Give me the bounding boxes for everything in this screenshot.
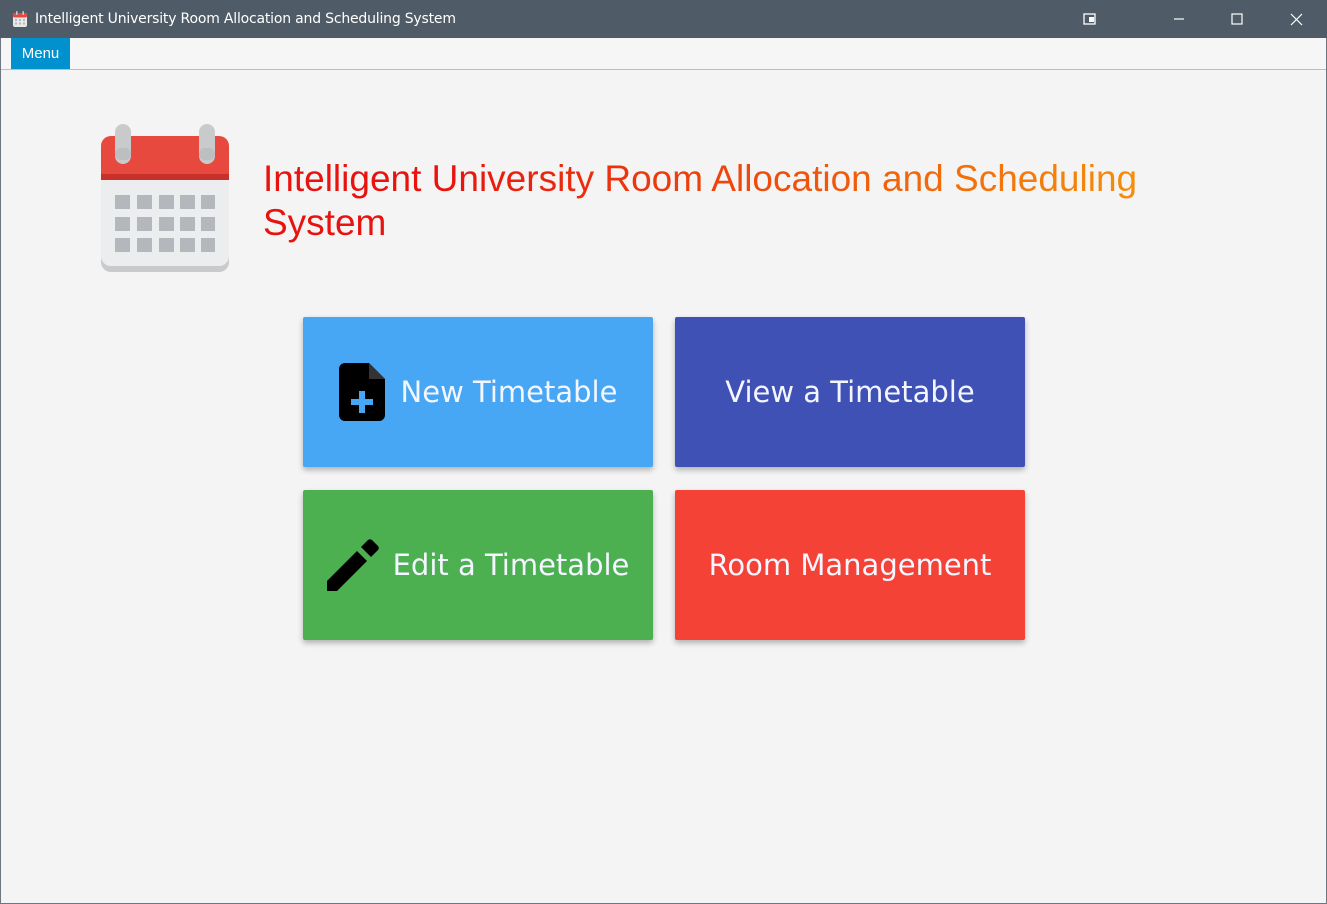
minimize-icon: [1174, 18, 1184, 20]
pencil-icon: [326, 539, 379, 591]
edit-timetable-button[interactable]: Edit a Timetable: [303, 490, 653, 640]
window-border-left: [0, 38, 1, 904]
menu-button[interactable]: Menu: [11, 38, 70, 69]
window-snap-button[interactable]: [1067, 0, 1113, 38]
page-title-line-2: System: [263, 202, 387, 243]
new-timetable-label: New Timetable: [400, 375, 618, 409]
calendar-icon: [101, 124, 229, 272]
view-timetable-label: View a Timetable: [725, 375, 975, 409]
page-title-line-1: Intelligent University Room Allocation a…: [263, 158, 1138, 199]
menu-bar: Menu: [1, 38, 1326, 70]
page-title: Intelligent University Room Allocation a…: [263, 157, 1203, 245]
window-title: Intelligent University Room Allocation a…: [35, 11, 456, 27]
new-document-icon: [338, 363, 385, 421]
new-timetable-button[interactable]: New Timetable: [303, 317, 653, 467]
window-titlebar: Intelligent University Room Allocation a…: [0, 0, 1327, 38]
maximize-button[interactable]: [1214, 0, 1260, 38]
window-snap-icon: [1083, 13, 1096, 25]
maximize-icon: [1231, 13, 1243, 25]
room-management-label: Room Management: [708, 548, 992, 582]
close-button[interactable]: [1273, 0, 1319, 38]
close-icon: [1290, 13, 1302, 25]
view-timetable-button[interactable]: View a Timetable: [675, 317, 1025, 467]
room-management-button[interactable]: Room Management: [675, 490, 1025, 640]
edit-timetable-label: Edit a Timetable: [392, 548, 630, 582]
calendar-app-icon: [13, 11, 27, 27]
minimize-button[interactable]: [1156, 0, 1202, 38]
